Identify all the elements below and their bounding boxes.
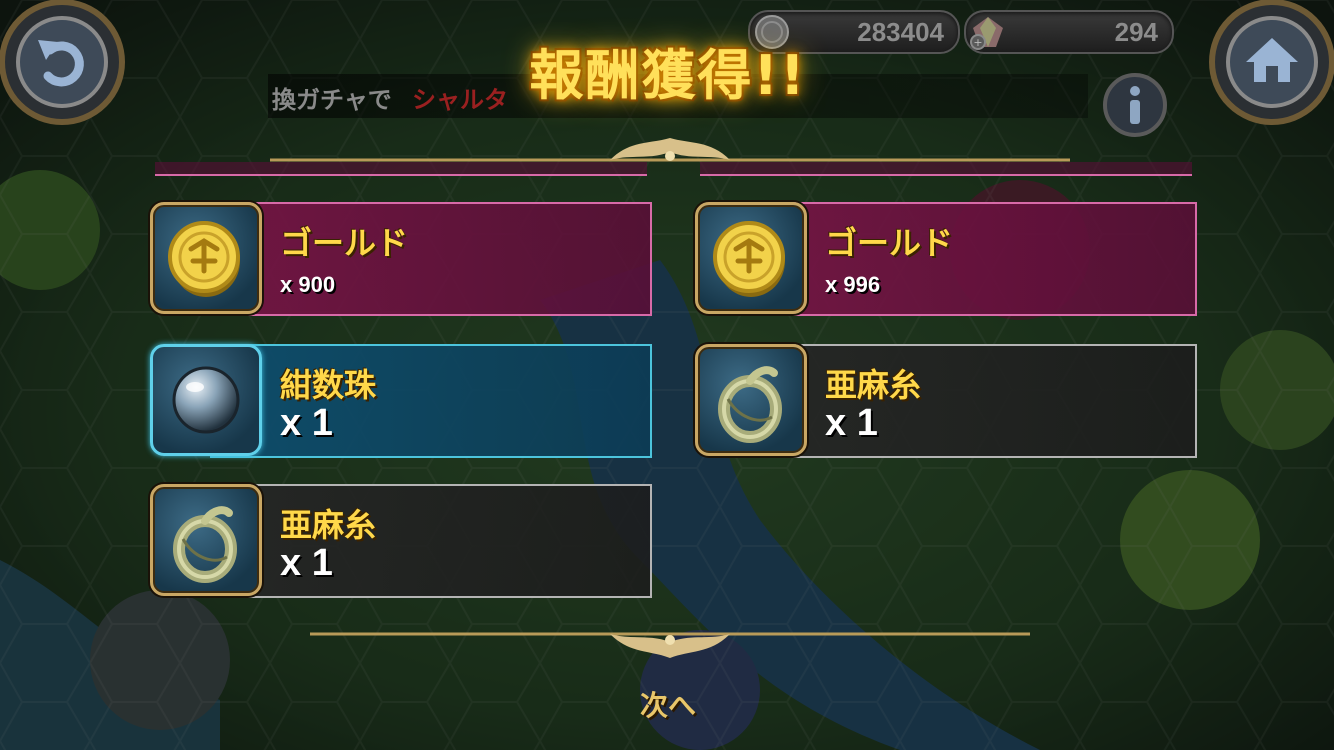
reward-quantity: x 1 <box>280 542 333 584</box>
flax-thread-icon <box>173 506 237 583</box>
reward-card: ゴールド x 996 <box>695 202 1197 316</box>
reward-card: 紺数珠 x 1 <box>150 344 652 458</box>
svg-text:+: + <box>973 36 982 49</box>
ticker-highlight-text: シャルタ <box>412 86 508 114</box>
gem-counter[interactable]: + 294 <box>964 10 1174 54</box>
reward-card-panel <box>755 344 1197 458</box>
reward-name: ゴールド <box>825 224 954 262</box>
reward-title: 報酬獲得!! <box>529 44 807 107</box>
pearl-orb-icon <box>172 366 240 434</box>
reward-icon-frame <box>695 202 807 314</box>
reward-name: ゴールド <box>280 224 409 262</box>
gold-coin-icon <box>168 221 240 297</box>
reward-icon-frame <box>150 344 262 456</box>
reward-icon-frame <box>150 484 262 596</box>
reward-name: 亜麻糸 <box>825 366 922 404</box>
reward-card-panel <box>210 484 652 598</box>
reward-icon-frame <box>695 344 807 456</box>
rainbow-gem-icon: + <box>970 17 1003 50</box>
reward-card-panel <box>755 202 1197 316</box>
back-button[interactable] <box>0 0 146 150</box>
info-button[interactable] <box>1102 72 1168 138</box>
reward-icon-frame <box>150 202 262 314</box>
reward-name: 紺数珠 <box>280 366 377 404</box>
reward-card: 亜麻糸 x 1 <box>150 484 652 598</box>
bottom-ornament-divider <box>310 632 1030 658</box>
reward-card-panel <box>210 344 652 458</box>
gold-coin-icon <box>713 221 785 297</box>
ticker-text: 換ガチャで <box>272 86 392 114</box>
reward-card-panel <box>210 202 652 316</box>
next-button[interactable]: 次へ <box>626 684 710 728</box>
gold-amount: 283404 <box>857 17 944 47</box>
reward-card: 亜麻糸 x 1 <box>695 344 1197 458</box>
reward-quantity: x 1 <box>280 402 333 444</box>
reward-quantity: x 1 <box>825 402 878 444</box>
reward-quantity: x 996 <box>825 272 881 297</box>
home-button[interactable] <box>1188 0 1334 150</box>
reward-name: 亜麻糸 <box>280 506 377 544</box>
reward-quantity: x 900 <box>280 272 336 297</box>
scrolled-card-edge <box>700 162 1192 176</box>
scrolled-card-edge <box>155 162 647 176</box>
back-arrow-icon <box>0 0 125 125</box>
flax-thread-icon <box>718 366 782 443</box>
home-icon <box>1209 0 1334 125</box>
gem-amount: 294 <box>1114 17 1158 47</box>
reward-card: ゴールド x 900 <box>150 202 652 316</box>
